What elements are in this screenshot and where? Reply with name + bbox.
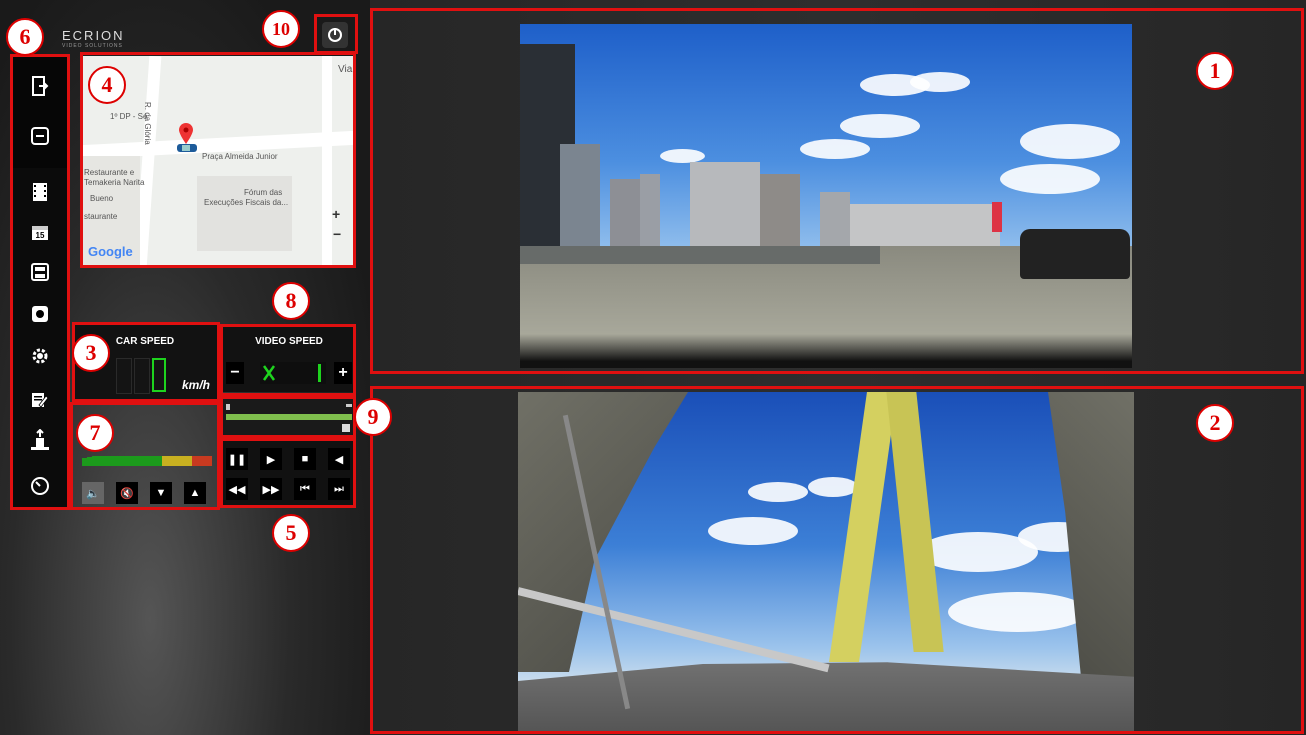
callout-badge: 3 [72, 334, 110, 372]
highlight-box-9 [220, 396, 356, 438]
callout-badge: 2 [1196, 404, 1234, 442]
highlight-box-10 [314, 14, 358, 54]
callout-badge: 4 [88, 66, 126, 104]
callout-badge: 6 [6, 18, 44, 56]
highlight-box-5 [220, 438, 356, 508]
highlight-box-8 [220, 324, 356, 396]
highlight-box-6 [10, 54, 70, 510]
callout-badge: 5 [272, 514, 310, 552]
app-logo: ECRION VIDEO SOLUTIONS [62, 28, 125, 49]
callout-badge: 8 [272, 282, 310, 320]
highlight-box-2 [370, 386, 1304, 734]
highlight-box-1 [370, 8, 1304, 374]
callout-badge: 7 [76, 414, 114, 452]
callout-badge: 10 [262, 10, 300, 48]
callout-badge: 1 [1196, 52, 1234, 90]
callout-badge: 9 [354, 398, 392, 436]
